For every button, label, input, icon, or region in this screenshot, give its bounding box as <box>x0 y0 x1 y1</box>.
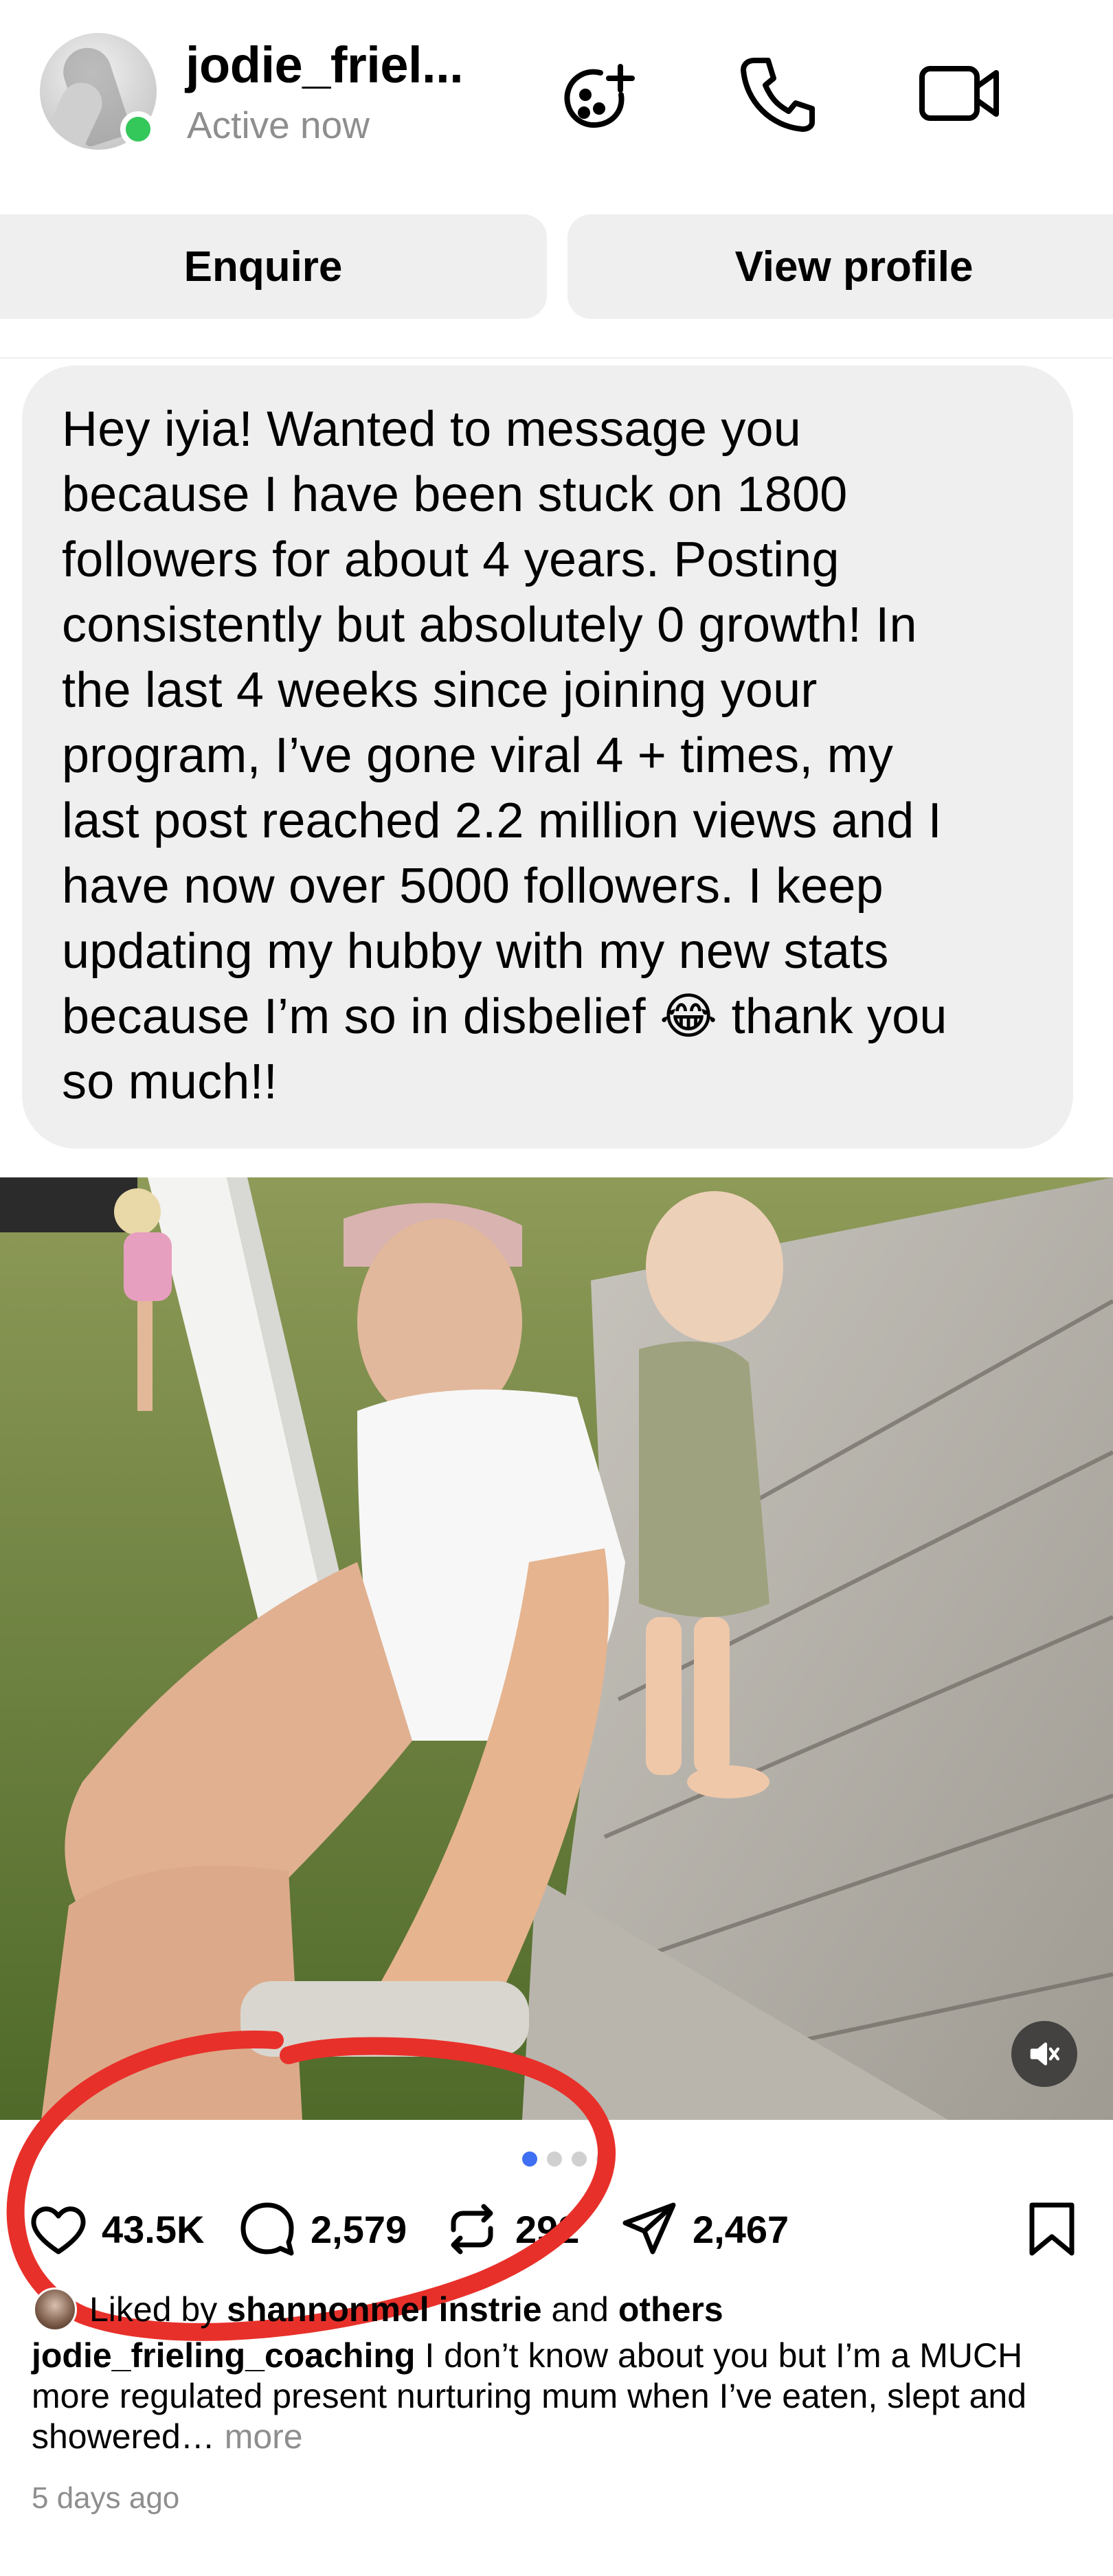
save-button[interactable] <box>1022 2198 1081 2260</box>
enquire-button[interactable]: Enquire <box>0 214 547 319</box>
liked-by-others[interactable]: others <box>618 2290 723 2329</box>
message-line: updating my hubby with my new stats <box>62 924 889 979</box>
message-line: so much!! <box>62 1054 278 1109</box>
online-status-dot <box>120 111 156 147</box>
header-divider <box>0 357 1113 359</box>
carousel-dot <box>547 2151 562 2167</box>
message-line: followers for about 4 years. Posting <box>62 532 840 587</box>
liked-by-user[interactable]: shannonmel instrie <box>227 2290 541 2329</box>
games-icon[interactable] <box>558 48 647 137</box>
bookmark-icon <box>1029 2202 1075 2256</box>
carousel-dot-active <box>522 2151 537 2167</box>
message-line: Hey iyia! Wanted to message you <box>62 402 802 457</box>
shares-count: 2,467 <box>693 2207 789 2251</box>
view-profile-button[interactable]: View profile <box>567 214 1113 319</box>
chat-username[interactable]: jodie_friel... <box>186 36 464 94</box>
caption-more-link[interactable]: more <box>215 2417 303 2456</box>
comments-count: 2,579 <box>311 2207 407 2251</box>
active-status: Active now <box>187 104 370 146</box>
photo-illustration <box>0 1177 1113 2120</box>
liked-by-prefix: Liked by <box>89 2290 218 2329</box>
send-icon <box>622 2202 676 2255</box>
comment-icon <box>240 2202 294 2256</box>
like-button[interactable]: 43.5K <box>29 2198 204 2260</box>
liked-by-row[interactable]: Liked by shannonmel instrie and others <box>33 2287 723 2331</box>
liker-avatar <box>33 2287 77 2331</box>
message-line: consistently but absolutely 0 growth! In <box>62 598 917 653</box>
comment-button[interactable]: 2,579 <box>238 2198 407 2260</box>
post-timestamp: 5 days ago <box>32 2481 180 2515</box>
message-line: have now over 5000 followers. I keep <box>62 859 884 914</box>
heart-icon <box>31 2206 86 2255</box>
caption-username[interactable]: jodie_frieling_coaching <box>32 2336 415 2375</box>
message-line: the last 4 weeks since joining your <box>62 663 818 718</box>
reposts-count: 292 <box>515 2207 580 2251</box>
message-line: because I have been stuck on 1800 <box>62 467 848 522</box>
message-line: last post reached 2.2 million views and … <box>62 793 942 848</box>
message-line: program, I’ve gone viral 4 + times, my <box>62 728 894 783</box>
carousel-dot <box>572 2151 587 2167</box>
liked-by-and: and <box>551 2290 609 2329</box>
mute-icon <box>1030 2042 1060 2066</box>
phone-icon[interactable] <box>734 48 823 137</box>
carousel-indicator <box>522 2151 611 2167</box>
share-button[interactable]: 2,467 <box>620 2198 789 2260</box>
message-line: because I’m so in disbelief 😂 thank you <box>62 989 947 1044</box>
likes-count: 43.5K <box>102 2207 205 2251</box>
chat-header: jodie_friel... Active now <box>0 0 1113 206</box>
video-call-icon[interactable] <box>914 48 1003 137</box>
mute-button[interactable] <box>1011 2021 1077 2087</box>
shared-post-photo[interactable] <box>0 1177 1113 2120</box>
repost-icon <box>451 2204 493 2255</box>
message-bubble[interactable]: Hey iyia! Wanted to message you because … <box>22 365 1073 1149</box>
repost-button[interactable]: 292 <box>442 2198 579 2260</box>
carousel-dot <box>596 2151 611 2167</box>
post-caption: jodie_frieling_coaching I don’t know abo… <box>32 2336 1090 2457</box>
